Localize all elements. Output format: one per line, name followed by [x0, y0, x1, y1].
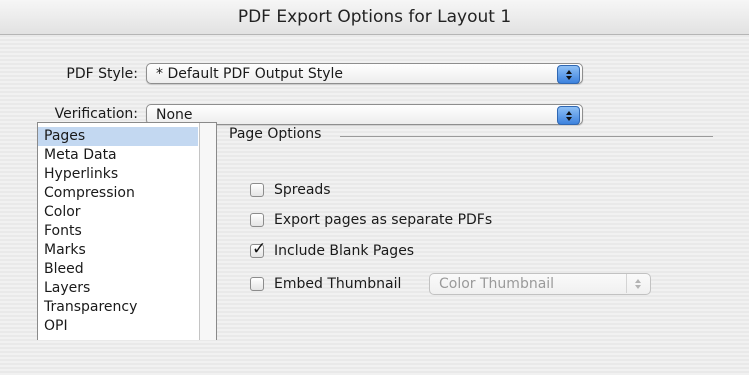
pdf-style-select[interactable]: * Default PDF Output Style — [146, 63, 583, 84]
sidebar-item-compression[interactable]: Compression — [38, 184, 198, 203]
include-blank-pages-label: Include Blank Pages — [274, 243, 415, 259]
sidebar-item-marks[interactable]: Marks — [38, 241, 198, 260]
thumbnail-type-value: Color Thumbnail — [439, 276, 555, 292]
embed-thumbnail-checkbox[interactable] — [250, 277, 264, 291]
include-blank-pages-option[interactable]: ✓ Include Blank Pages — [250, 239, 415, 260]
pdf-style-arrows-icon — [557, 65, 580, 84]
page-options-divider — [340, 136, 713, 137]
sidebar-item-transparency[interactable]: Transparency — [38, 298, 198, 317]
separate-pdfs-option[interactable]: Export pages as separate PDFs — [250, 211, 492, 229]
sidebar-list[interactable]: Pages Meta Data Hyperlinks Compression C… — [37, 122, 217, 340]
sidebar-scrollbar[interactable] — [199, 123, 216, 340]
sidebar-item-opi[interactable]: OPI — [38, 317, 198, 336]
sidebar-item-bleed[interactable]: Bleed — [38, 260, 198, 279]
embed-thumbnail-option[interactable]: Embed Thumbnail — [250, 275, 401, 293]
separate-pdfs-label: Export pages as separate PDFs — [274, 212, 493, 228]
verification-arrows-icon — [557, 106, 580, 125]
embed-thumbnail-label: Embed Thumbnail — [274, 276, 402, 292]
verification-value: None — [156, 107, 193, 123]
sidebar-item-pages[interactable]: Pages — [38, 127, 198, 146]
sidebar-item-meta-data[interactable]: Meta Data — [38, 146, 198, 165]
thumbnail-type-select[interactable]: Color Thumbnail — [429, 273, 651, 295]
spreads-checkbox[interactable] — [250, 183, 264, 197]
separate-pdfs-checkbox[interactable] — [250, 213, 264, 227]
include-blank-pages-checkbox[interactable]: ✓ — [250, 239, 266, 259]
spreads-label: Spreads — [274, 182, 331, 198]
spreads-option[interactable]: Spreads — [250, 181, 331, 199]
sidebar-item-fonts[interactable]: Fonts — [38, 222, 198, 241]
page-options-title: Page Options — [229, 126, 322, 142]
sidebar-item-color[interactable]: Color — [38, 203, 198, 222]
sidebar-item-layers[interactable]: Layers — [38, 279, 198, 298]
checkmark-icon: ✓ — [252, 239, 267, 259]
window-title: PDF Export Options for Layout 1 — [0, 0, 749, 35]
sidebar-item-hyperlinks[interactable]: Hyperlinks — [38, 165, 198, 184]
pdf-style-value: * Default PDF Output Style — [156, 66, 344, 82]
verification-label: Verification: — [54, 106, 138, 122]
thumbnail-type-arrows-icon — [626, 274, 648, 293]
pdf-style-label: PDF Style: — [66, 66, 138, 82]
